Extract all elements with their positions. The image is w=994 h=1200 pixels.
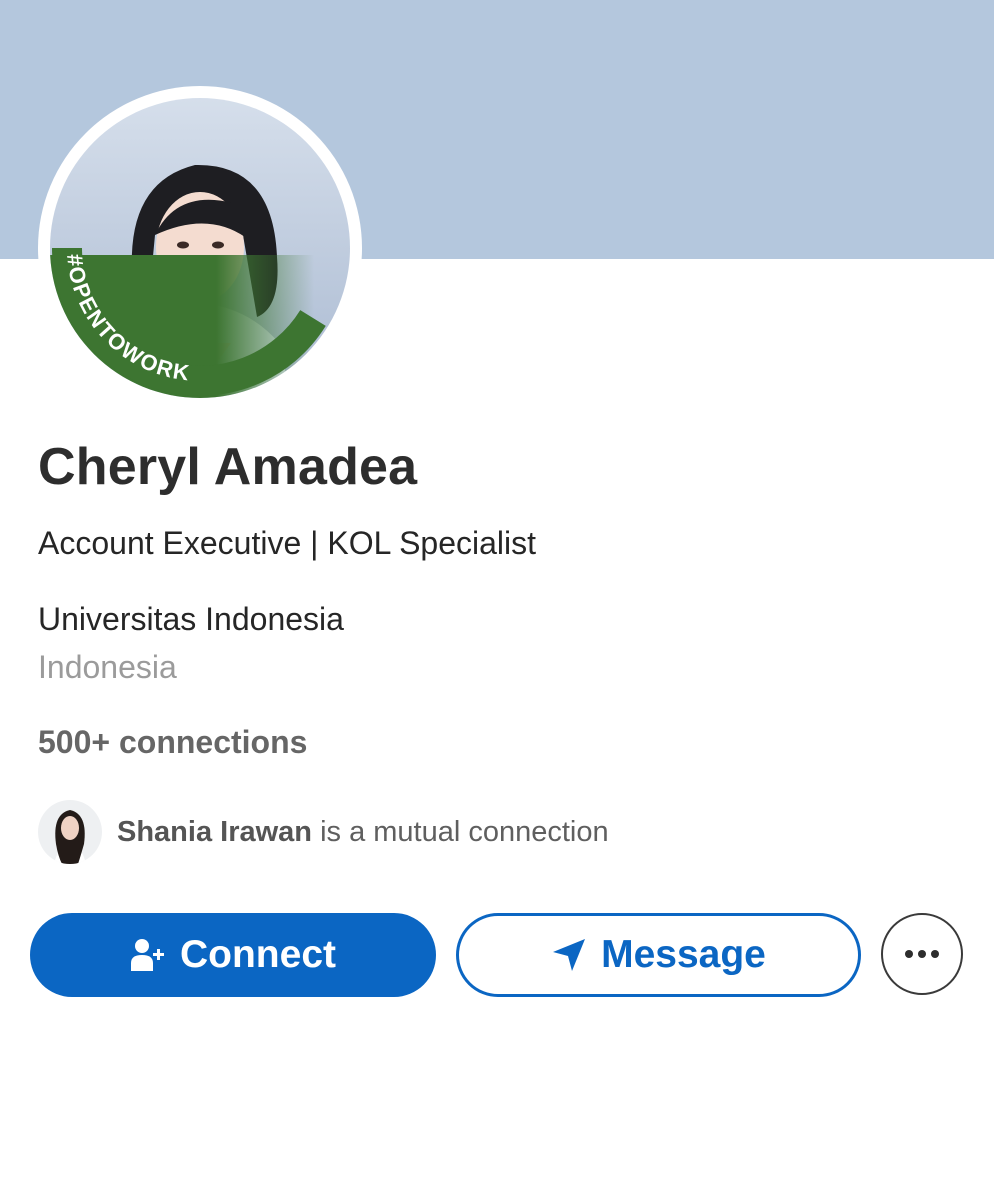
message-label: Message [601, 933, 766, 976]
connect-button[interactable]: Connect [30, 913, 436, 997]
mutual-connection[interactable]: Shania Irawan is a mutual connection [38, 800, 609, 864]
profile-education[interactable]: Universitas Indonesia [38, 601, 344, 638]
add-person-icon [130, 937, 166, 973]
connections-count[interactable]: 500+ connections [38, 724, 307, 761]
mutual-name: Shania Irawan [117, 815, 313, 848]
profile-location: Indonesia [38, 649, 177, 685]
profile-headline: Account Executive | KOL Specialist [38, 525, 537, 561]
send-icon [551, 937, 587, 973]
mutual-avatar [38, 800, 102, 864]
profile-name: Cheryl Amadea [38, 438, 418, 496]
profile-photo[interactable]: #OPENTOWORK [37, 85, 363, 411]
mutual-text: is a mutual connection [312, 815, 609, 848]
more-button[interactable] [881, 913, 963, 995]
message-button[interactable]: Message [456, 913, 861, 997]
more-horizontal-icon [905, 950, 939, 958]
connect-label: Connect [180, 933, 336, 976]
